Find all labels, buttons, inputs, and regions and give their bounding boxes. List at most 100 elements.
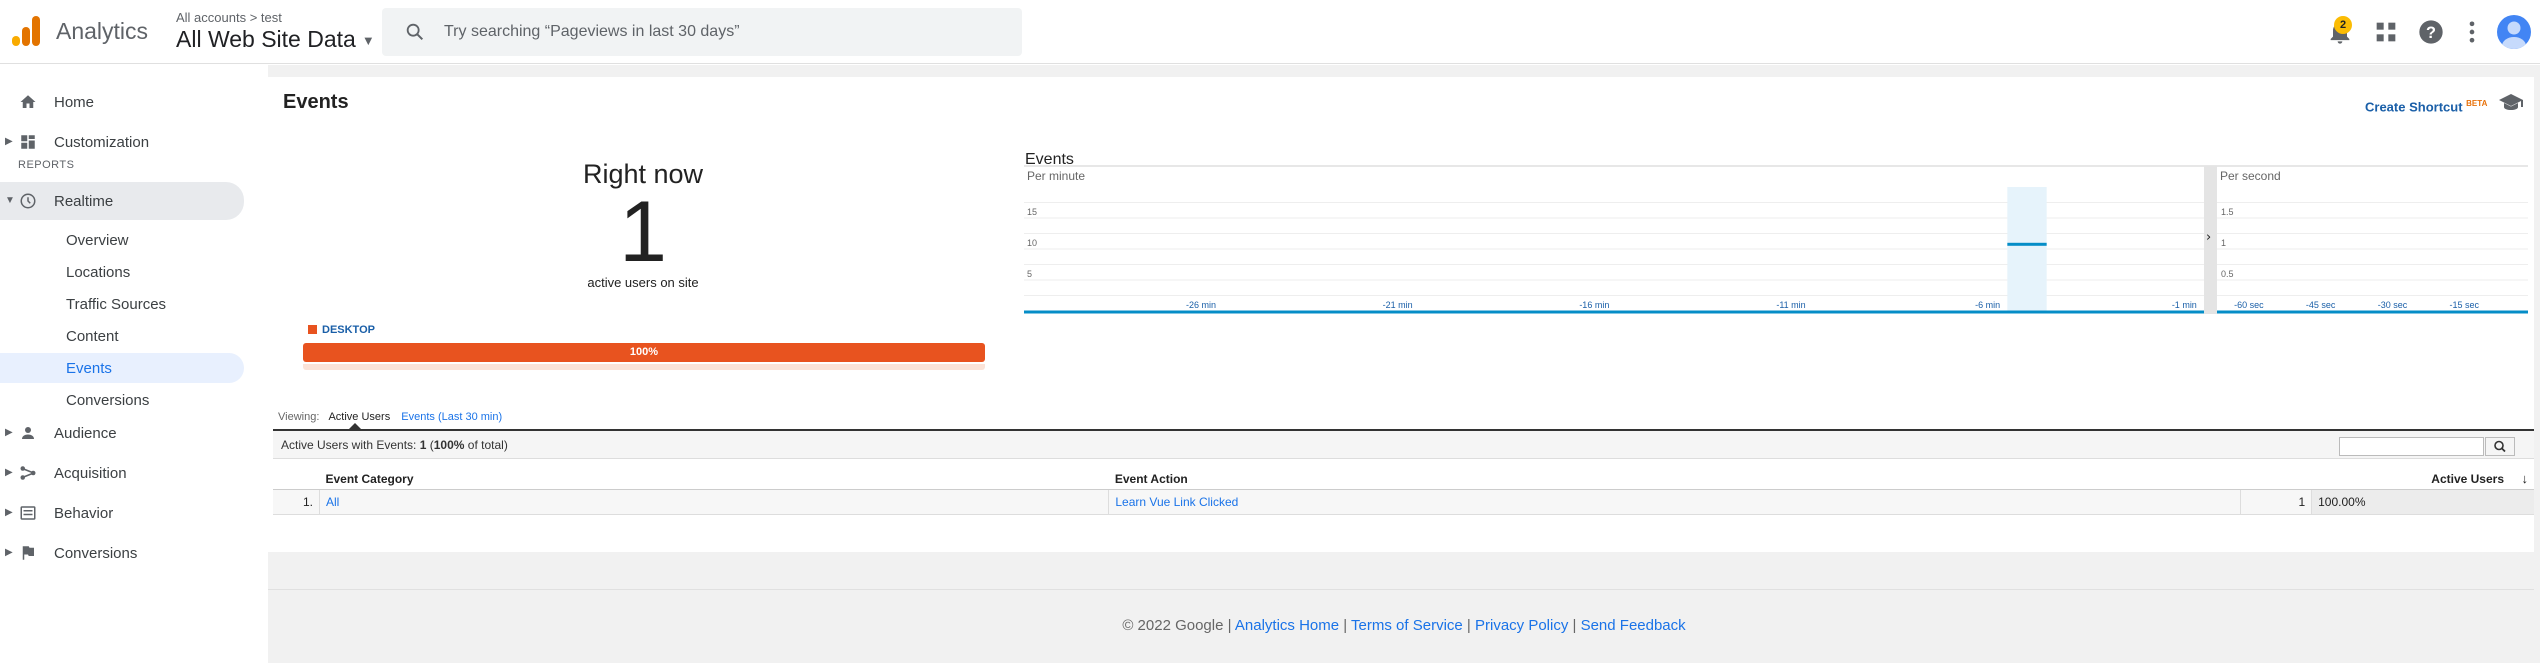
table-header-row: Event Category Event Action Active Users…: [273, 469, 2534, 490]
expand-arrow-icon: ▶: [5, 547, 13, 558]
device-legend: DESKTOP: [308, 324, 375, 336]
device-share-bar[interactable]: 100%: [303, 343, 985, 362]
footer-link-privacy[interactable]: Privacy Policy: [1475, 617, 1568, 634]
events-chart: Per minute Per second 5 10 15 -26 min -21 min -…: [1024, 165, 2528, 314]
highlight-column: [2007, 187, 2047, 311]
x-tick-label: -16 min: [1579, 300, 1609, 310]
expand-arrow-icon: ▶: [5, 136, 13, 147]
table-filter-button[interactable]: [2485, 437, 2515, 456]
row-index: 1.: [273, 489, 320, 515]
per-minute-label: Per minute: [1027, 169, 1085, 183]
graduation-cap-icon[interactable]: [2498, 93, 2524, 111]
legend-swatch: [308, 325, 317, 334]
y-tick-label: 15: [1027, 207, 1037, 217]
person-icon: [2502, 21, 2526, 49]
more-vert-icon[interactable]: [2458, 18, 2486, 46]
active-users-count: 1: [2240, 489, 2313, 515]
x-tick-label: -45 sec: [2306, 300, 2336, 310]
viewing-label: Viewing:: [278, 411, 320, 423]
x-tick-label: -60 sec: [2234, 300, 2264, 310]
clock-icon: [20, 193, 36, 209]
report-card: Events Create Shortcut BETA Right now 1 …: [268, 77, 2534, 552]
y-tick-label: 10: [1027, 238, 1037, 248]
flag-icon: [22, 546, 34, 560]
search-input[interactable]: [444, 8, 1004, 56]
x-tick-label: -1 min: [2172, 300, 2197, 310]
behavior-icon: [20, 506, 36, 520]
sidebar-item-realtime-conversions[interactable]: Conversions: [0, 385, 244, 415]
bar: [2007, 242, 2047, 246]
x-tick-label: -15 sec: [2449, 300, 2479, 310]
notification-badge: 2: [2334, 16, 2352, 34]
expand-arrow-icon: ▶: [5, 467, 13, 478]
sidebar-item-overview[interactable]: Overview: [0, 225, 244, 255]
footer-link-terms[interactable]: Terms of Service: [1351, 617, 1463, 634]
account-avatar[interactable]: [2497, 15, 2531, 49]
col-event-category[interactable]: Event Category: [319, 469, 1109, 490]
main-content: Events Create Shortcut BETA Right now 1 …: [268, 65, 2540, 663]
property-selector[interactable]: All Web Site Data ▼: [176, 26, 375, 53]
reports-section-header: REPORTS: [18, 159, 75, 171]
tab-events-last-30-min[interactable]: Events (Last 30 min): [401, 411, 502, 423]
viewing-tabs: Viewing: Active Users Events (Last 30 mi…: [278, 411, 502, 423]
table-filter-input[interactable]: [2339, 437, 2484, 456]
apps-grid-icon[interactable]: [2372, 18, 2400, 46]
sidebar-item-audience[interactable]: ▶ Audience: [0, 415, 244, 451]
index-header: [273, 469, 320, 490]
sidebar-item-home[interactable]: Home: [0, 84, 244, 120]
dashboard-icon: [21, 135, 35, 149]
page-title: Events: [283, 91, 349, 113]
search-box[interactable]: [382, 8, 1022, 56]
create-shortcut-link[interactable]: Create Shortcut BETA: [2365, 99, 2487, 114]
footer-text: © 2022 Google | Analytics Home | Terms o…: [1122, 617, 1686, 634]
per-second-label: Per second: [2220, 169, 2281, 183]
property-name: All Web Site Data: [176, 26, 356, 52]
footer-link-analytics-home[interactable]: Analytics Home: [1235, 617, 1339, 634]
active-user-count: 1: [619, 184, 667, 280]
expand-arrow-icon: ▶: [5, 427, 13, 438]
sidebar-item-locations[interactable]: Locations: [0, 257, 244, 287]
footer: © 2022 Google | Analytics Home | Terms o…: [268, 589, 2540, 663]
analytics-logo-icon[interactable]: [12, 16, 40, 46]
x-tick-label: -30 sec: [2378, 300, 2408, 310]
expand-chevron-icon: ›: [2206, 230, 2211, 245]
event-action-link[interactable]: Learn Vue Link Clicked: [1108, 489, 2242, 515]
sidebar-item-content[interactable]: Content: [0, 321, 244, 351]
acquisition-icon: [20, 466, 36, 480]
summary-text: Active Users with Events: 1 (100% of tot…: [281, 438, 508, 452]
sidebar-item-conversions[interactable]: ▶ Conversions: [0, 535, 244, 571]
event-category-link[interactable]: All: [319, 489, 1110, 515]
home-icon: [20, 95, 36, 108]
sidebar-item-customization[interactable]: ▶ Customization: [0, 124, 244, 160]
sidebar-item-events[interactable]: Events: [0, 353, 244, 383]
sidebar-item-realtime[interactable]: ▼ Realtime: [0, 182, 244, 220]
y-tick-label: 5: [1027, 269, 1032, 279]
table-row: 1. All Learn Vue Link Clicked 1 100.00%: [273, 489, 2534, 515]
breadcrumb[interactable]: All accounts > test: [176, 10, 282, 25]
copyright: © 2022 Google: [1122, 617, 1224, 634]
active-users-percent: 100.00%: [2311, 489, 2534, 515]
y-tick-label: 0.5: [2221, 269, 2234, 279]
footer-link-feedback[interactable]: Send Feedback: [1581, 617, 1686, 634]
caret-down-icon: ▼: [361, 33, 375, 49]
sidebar-item-traffic-sources[interactable]: Traffic Sources: [0, 289, 244, 319]
top-bar: Analytics All accounts > test All Web Si…: [0, 0, 2540, 64]
x-tick-label: -6 min: [1975, 300, 2000, 310]
device-share-bar-shadow: [303, 364, 985, 370]
tab-active-users[interactable]: Active Users: [328, 411, 390, 423]
search-icon: [2494, 440, 2506, 453]
col-active-users[interactable]: Active Users ↓: [2240, 469, 2534, 490]
sidebar-item-acquisition[interactable]: ▶ Acquisition: [0, 455, 244, 491]
app-title[interactable]: Analytics: [56, 18, 148, 45]
sidebar-item-behavior[interactable]: ▶ Behavior: [0, 495, 244, 531]
person-icon: [22, 427, 34, 439]
sort-desc-icon[interactable]: ↓: [2522, 471, 2529, 486]
help-icon[interactable]: ?: [2417, 18, 2445, 46]
y-tick-label: 1: [2221, 238, 2226, 248]
events-table: Event Category Event Action Active Users…: [273, 469, 2534, 515]
x-tick-label: -26 min: [1186, 300, 1216, 310]
sidebar: Home ▶ Customization REPORTS ▼ Realtime …: [0, 65, 250, 663]
x-tick-label: -21 min: [1383, 300, 1413, 310]
col-event-action[interactable]: Event Action: [1108, 469, 2241, 490]
x-tick-label: -11 min: [1776, 300, 1805, 310]
